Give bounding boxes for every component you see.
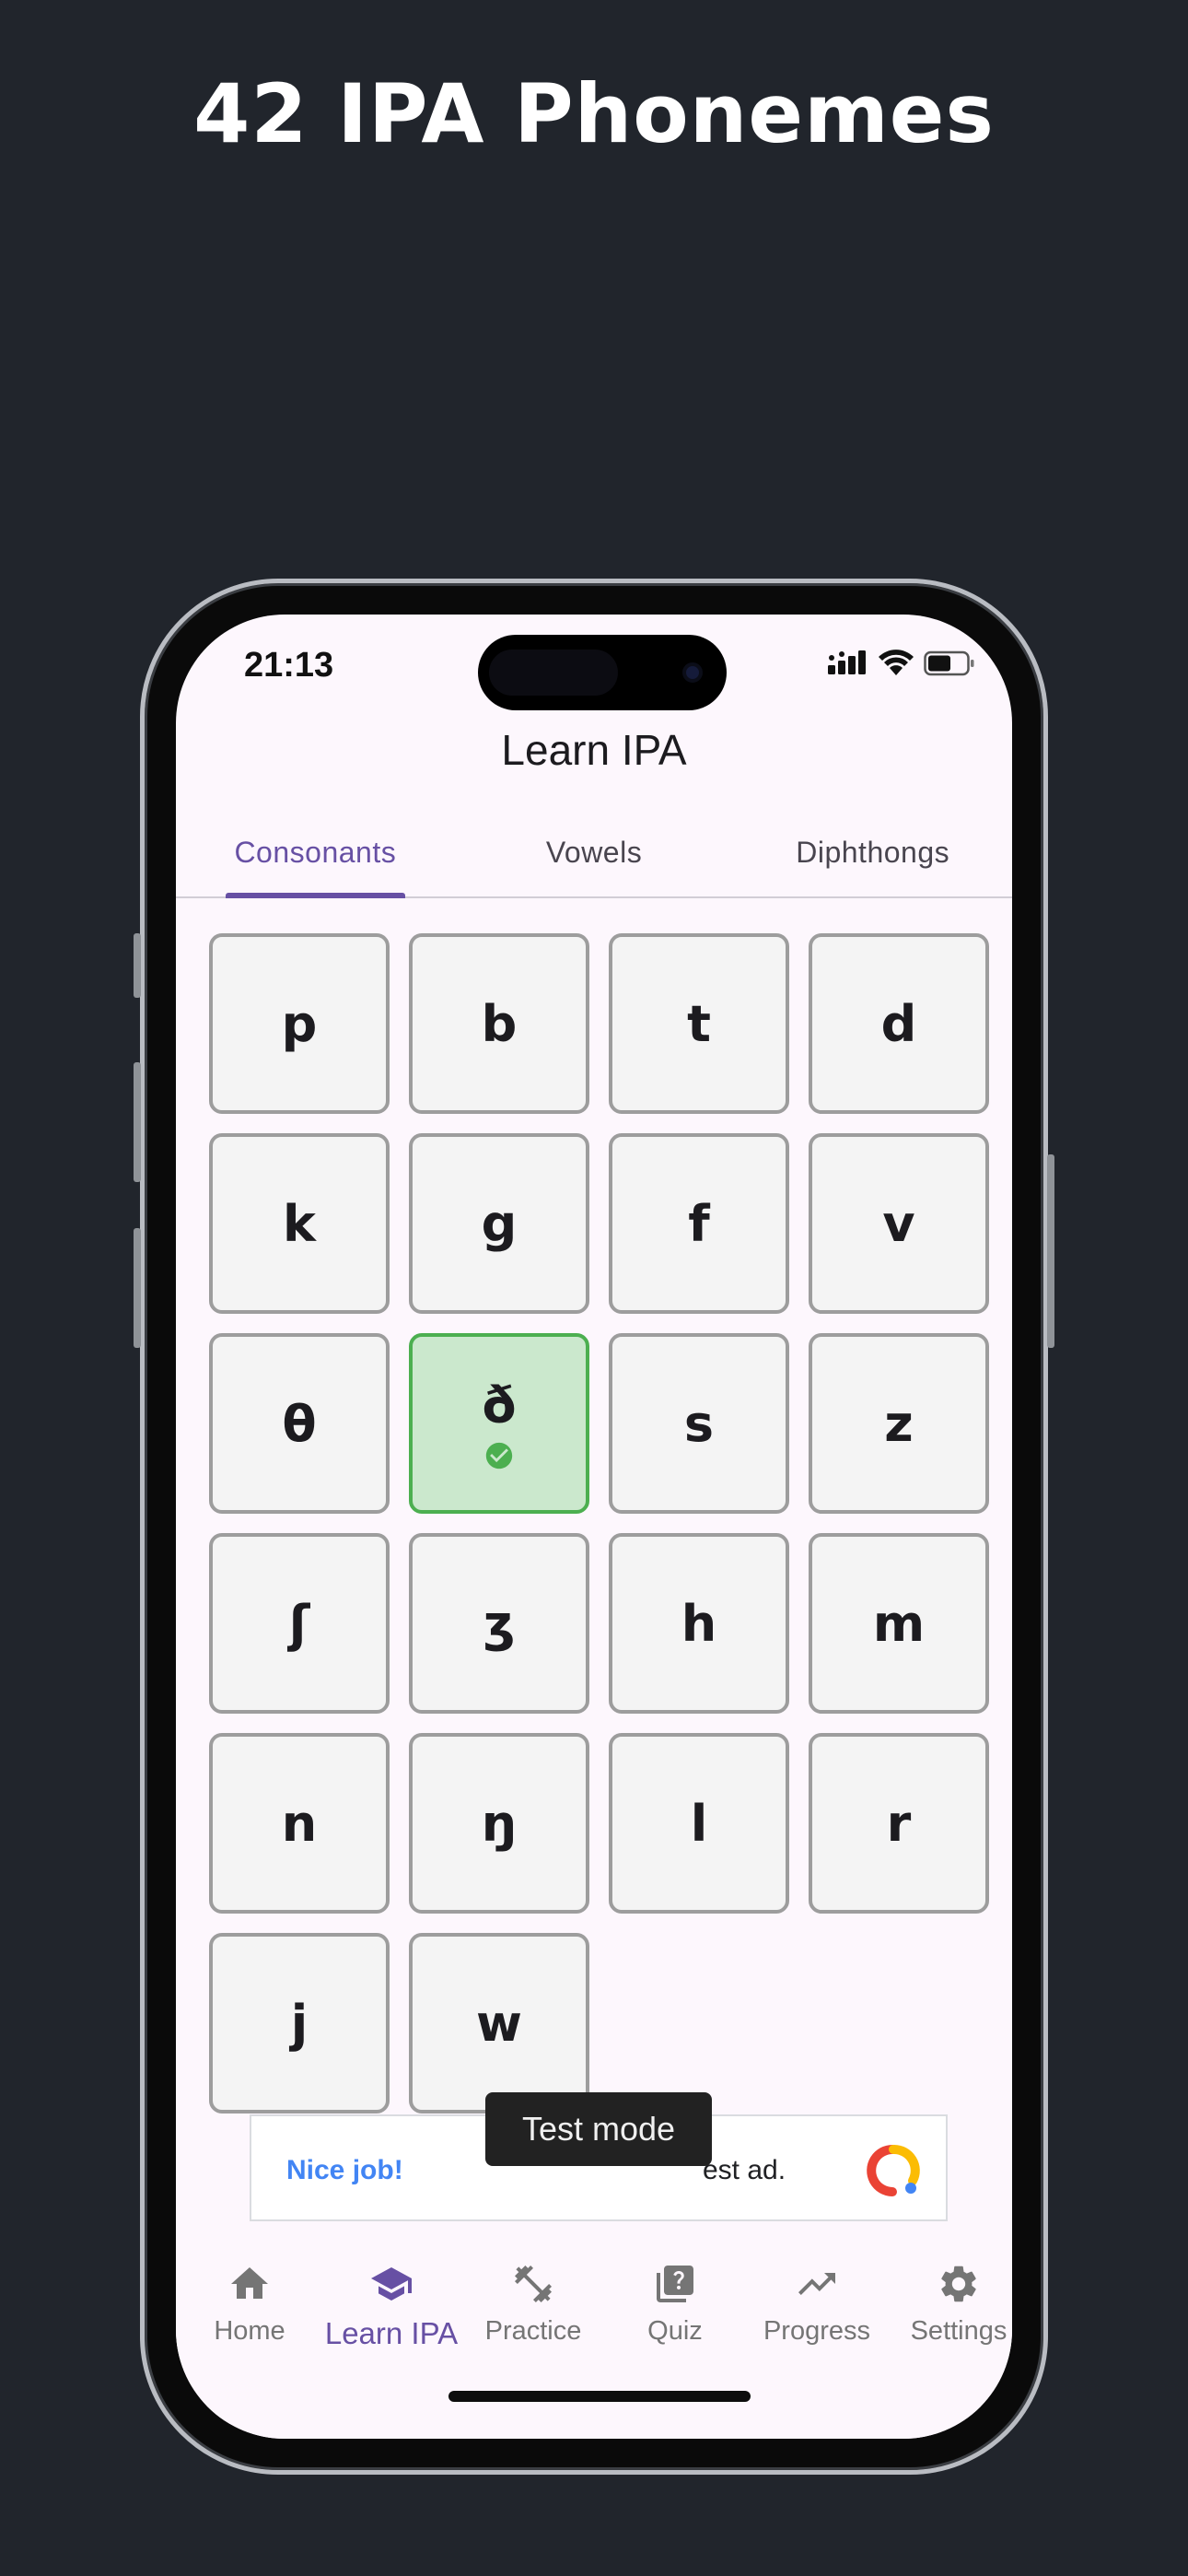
phoneme-symbol: v <box>882 1194 915 1253</box>
phoneme-grid-scroll[interactable]: p b t d k g f v θ ð s z ʃ ʒ h m n ŋ l r j w <box>176 900 1012 2124</box>
home-indicator[interactable] <box>448 2391 751 2402</box>
school-icon <box>371 2267 412 2301</box>
phoneme-tile[interactable]: ʒ <box>409 1533 589 1714</box>
page-title: Learn IPA <box>501 726 687 774</box>
gear-icon <box>941 2266 976 2302</box>
phoneme-symbol: ð <box>482 1376 517 1434</box>
phoneme-tile[interactable]: r <box>809 1733 989 1914</box>
wifi-icon <box>879 650 914 675</box>
volume-up-button <box>134 1062 141 1182</box>
phoneme-symbol: n <box>281 1794 318 1853</box>
nav-learn-ipa[interactable]: Learn IPA <box>320 2262 462 2351</box>
phoneme-tile[interactable]: θ <box>209 1333 390 1514</box>
battery-icon <box>924 650 974 676</box>
headline: 42 IPA Phonemes <box>193 66 995 161</box>
phoneme-symbol: r <box>886 1794 912 1853</box>
phoneme-symbol: ʃ <box>288 1594 310 1653</box>
phoneme-symbol: j <box>290 1994 309 2053</box>
tab-vowels[interactable]: Vowels <box>455 815 734 896</box>
phoneme-tile[interactable]: j <box>209 1933 390 2113</box>
trending-up-icon <box>798 2273 835 2295</box>
phoneme-tile[interactable]: f <box>609 1133 789 1314</box>
bottom-navigation: Home Learn IPA Practice Quiz Progress Se… <box>176 2240 1012 2439</box>
nav-practice[interactable]: Practice <box>462 2262 604 2347</box>
phoneme-tile[interactable]: s <box>609 1333 789 1514</box>
tab-consonants[interactable]: Consonants <box>176 815 455 898</box>
phoneme-tile[interactable]: b <box>409 933 589 1114</box>
nav-progress[interactable]: Progress <box>746 2262 888 2347</box>
status-time: 21:13 <box>244 646 334 685</box>
phoneme-tile[interactable]: p <box>209 933 390 1114</box>
check-circle-icon <box>485 1442 513 1469</box>
phoneme-symbol: z <box>884 1394 914 1453</box>
phoneme-tile[interactable]: g <box>409 1133 589 1314</box>
phoneme-symbol: θ <box>282 1394 317 1453</box>
phoneme-symbol: d <box>880 994 917 1053</box>
nav-home[interactable]: Home <box>179 2262 320 2347</box>
phoneme-symbol: s <box>683 1394 715 1453</box>
phoneme-tile[interactable]: d <box>809 933 989 1114</box>
dynamic-island <box>478 635 727 710</box>
mute-switch <box>134 933 141 998</box>
tab-diphthongs[interactable]: Diphthongs <box>733 815 1012 896</box>
phoneme-symbol: ʒ <box>483 1594 516 1653</box>
phoneme-tile[interactable]: ŋ <box>409 1733 589 1914</box>
phoneme-tile[interactable]: n <box>209 1733 390 1914</box>
cellular-signal-icon <box>828 650 866 674</box>
phoneme-tile[interactable]: k <box>209 1133 390 1314</box>
phoneme-symbol: h <box>681 1594 717 1653</box>
phoneme-tile[interactable]: v <box>809 1133 989 1314</box>
phoneme-tile[interactable]: t <box>609 933 789 1114</box>
phoneme-tile[interactable]: ð <box>409 1333 589 1514</box>
phoneme-symbol: m <box>872 1594 926 1653</box>
phoneme-tile[interactable]: h <box>609 1533 789 1714</box>
fitness-icon <box>515 2266 552 2302</box>
quiz-icon <box>657 2266 693 2302</box>
status-icons <box>828 650 975 677</box>
screen: 21:13 Learn IPA Consonants Vowels Diphth… <box>176 615 1012 2439</box>
phoneme-symbol: ŋ <box>481 1794 518 1853</box>
nav-quiz[interactable]: Quiz <box>604 2262 746 2347</box>
phoneme-tile[interactable]: m <box>809 1533 989 1714</box>
tab-bar: Consonants Vowels Diphthongs <box>176 815 1012 898</box>
nav-settings[interactable]: Settings <box>888 2262 1012 2347</box>
phoneme-symbol: p <box>281 994 318 1053</box>
phoneme-symbol: w <box>476 1994 522 2053</box>
phoneme-symbol: b <box>481 994 518 1053</box>
phoneme-grid: p b t d k g f v θ ð s z ʃ ʒ h m n ŋ l r j w <box>209 933 989 2113</box>
ad-logo-icon <box>867 2145 920 2196</box>
phoneme-symbol: g <box>481 1194 518 1253</box>
phoneme-tile[interactable]: l <box>609 1733 789 1914</box>
phoneme-symbol: f <box>688 1194 710 1253</box>
phoneme-tile[interactable]: z <box>809 1333 989 1514</box>
toast-message: Test mode <box>485 2092 712 2166</box>
ad-headline: Nice job! <box>286 2155 403 2185</box>
ad-text: est ad. <box>703 2155 786 2185</box>
phone-frame: 21:13 Learn IPA Consonants Vowels Diphth… <box>134 579 1054 2475</box>
phoneme-symbol: k <box>283 1194 316 1253</box>
phoneme-symbol: t <box>687 994 711 1053</box>
home-icon <box>231 2267 268 2299</box>
power-button <box>1047 1154 1054 1348</box>
phoneme-tile[interactable]: w <box>409 1933 589 2113</box>
phoneme-symbol: l <box>690 1794 708 1853</box>
phoneme-tile[interactable]: ʃ <box>209 1533 390 1714</box>
volume-down-button <box>134 1228 141 1348</box>
